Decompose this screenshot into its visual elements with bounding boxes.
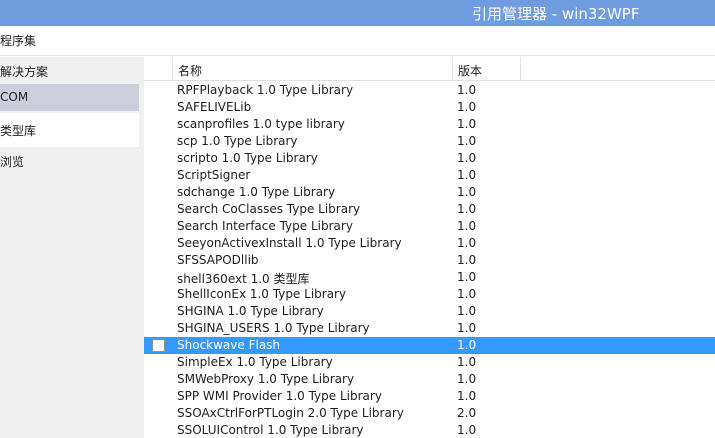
list-rows: RPFPlayback 1.0 Type Library 1.0 SAFELIVEL… [144,82,715,438]
header-version-label: 版本 [458,64,483,78]
row-name: SHGINA_USERS 1.0 Type Library [177,321,370,335]
row-version: 1.0 [457,287,477,301]
row-name: SHGINA 1.0 Type Library [177,304,324,318]
table-row[interactable]: SFSSAPODllib 1.0 [144,252,715,269]
table-row[interactable]: SPP WMI Provider 1.0 Type Library 1.0 [144,388,715,405]
header-name-column[interactable]: 名称 [173,57,453,80]
title-bar: 引用管理器 - win32WPF [0,0,715,26]
row-name: SPP WMI Provider 1.0 Type Library [177,389,382,403]
sidebar-item-com[interactable]: COM [0,84,139,111]
sidebar-item-label: 浏览 [0,155,25,169]
table-row[interactable]: SimpleEx 1.0 Type Library 1.0 [144,354,715,371]
table-row[interactable]: Search CoClasses Type Library 1.0 [144,201,715,218]
table-row[interactable]: SHGINA 1.0 Type Library 1.0 [144,303,715,320]
sidebar-item-label: 解决方案 [0,65,49,79]
row-version: 1.0 [457,321,477,335]
row-version: 1.0 [457,338,477,352]
assemblies-tab[interactable]: 程序集 [0,32,36,49]
table-row[interactable]: ShellIconEx 1.0 Type Library 1.0 [144,286,715,303]
table-row[interactable]: Shockwave Flash 1.0 [144,337,715,354]
table-row[interactable]: RPFPlayback 1.0 Type Library 1.0 [144,82,715,99]
table-row[interactable]: scripto 1.0 Type Library 1.0 [144,150,715,167]
row-version: 1.0 [457,134,477,148]
row-version: 1.0 [457,168,477,182]
header-check-column[interactable] [144,57,173,80]
table-row[interactable]: sdchange 1.0 Type Library 1.0 [144,184,715,201]
sidebar-item-label: 类型库 [0,124,37,138]
row-name: scanprofiles 1.0 type library [177,117,345,131]
row-name: sdchange 1.0 Type Library [177,185,336,199]
table-row[interactable]: SeeyonActivexInstall 1.0 Type Library 1.0 [144,235,715,252]
row-name: Shockwave Flash [177,338,281,352]
row-version: 1.0 [457,355,477,369]
row-name: Search Interface Type Library [177,219,353,233]
row-name: SMWebProxy 1.0 Type Library [177,372,355,386]
row-version: 1.0 [457,236,477,250]
row-version: 1.0 [457,202,477,216]
row-checkbox[interactable] [152,339,165,352]
table-row[interactable]: SSOAxCtrlForPTLogin 2.0 Type Library 2.0 [144,405,715,422]
window-title: 引用管理器 - win32WPF [472,5,640,23]
reference-list: 名称 版本 RPFPlayback 1.0 Type Library 1.0 SAF… [144,57,715,438]
row-name: SAFELIVELib [177,100,252,114]
sidebar: 解决方案 COM 类型库 浏览 [0,57,144,438]
row-version: 1.0 [457,304,477,318]
row-version: 1.0 [457,83,477,97]
row-version: 1.0 [457,372,477,386]
table-row[interactable]: SMWebProxy 1.0 Type Library 1.0 [144,371,715,388]
menu-bar: 程序集 [0,26,715,56]
row-version: 1.0 [457,270,477,284]
header-version-column[interactable]: 版本 [453,57,521,80]
sidebar-item-type-library[interactable]: 类型库 [0,113,139,147]
row-name: shell360ext 1.0 类型库 [177,272,310,286]
table-row[interactable]: scp 1.0 Type Library 1.0 [144,133,715,150]
table-row[interactable]: SAFELIVELib 1.0 [144,99,715,116]
table-row[interactable]: Search Interface Type Library 1.0 [144,218,715,235]
table-row[interactable]: ScriptSigner 1.0 [144,167,715,184]
row-version: 1.0 [457,253,477,267]
row-name: SFSSAPODllib [177,253,259,267]
row-version: 1.0 [457,185,477,199]
sidebar-item-browse[interactable]: 浏览 [0,151,139,171]
sidebar-item-label: COM [0,90,29,104]
row-name: Search CoClasses Type Library [177,202,361,216]
row-version: 1.0 [457,117,477,131]
row-version: 1.0 [457,423,477,437]
row-name: ShellIconEx 1.0 Type Library [177,287,347,301]
list-header: 名称 版本 [144,57,715,81]
row-name: RPFPlayback 1.0 Type Library [177,83,354,97]
row-name: scripto 1.0 Type Library [177,151,318,165]
row-version: 1.0 [457,219,477,233]
table-row[interactable]: SHGINA_USERS 1.0 Type Library 1.0 [144,320,715,337]
row-name: SimpleEx 1.0 Type Library [177,355,333,369]
row-name: SSOLUIControl 1.0 Type Library [177,423,364,437]
table-row[interactable]: scanprofiles 1.0 type library 1.0 [144,116,715,133]
row-name: ScriptSigner [177,168,251,182]
row-version: 1.0 [457,389,477,403]
table-row[interactable]: SSOLUIControl 1.0 Type Library 1.0 [144,422,715,438]
row-name: scp 1.0 Type Library [177,134,298,148]
row-name: SSOAxCtrlForPTLogin 2.0 Type Library [177,406,404,420]
sidebar-item-solution[interactable]: 解决方案 [0,59,139,81]
row-name: SeeyonActivexInstall 1.0 Type Library [177,236,402,250]
row-version: 1.0 [457,151,477,165]
row-version: 1.0 [457,100,477,114]
header-name-label: 名称 [178,64,203,78]
row-version: 2.0 [457,406,477,420]
table-row[interactable]: shell360ext 1.0 类型库 1.0 [144,269,715,286]
